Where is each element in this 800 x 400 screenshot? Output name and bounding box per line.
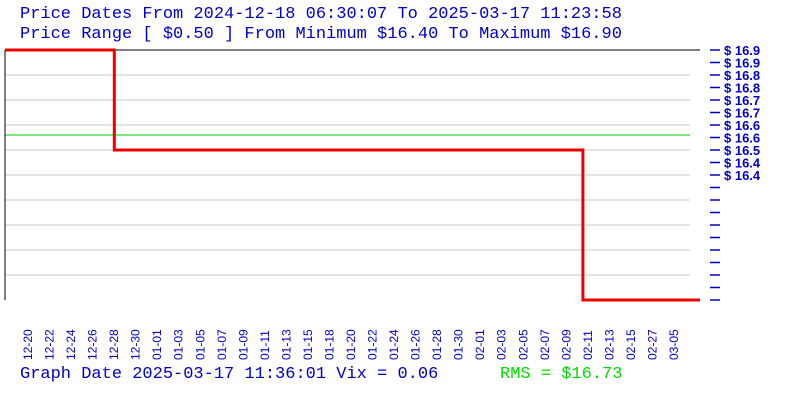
x-tick-label: 12-28 [107, 329, 121, 360]
x-tick-label: 02-13 [602, 329, 616, 360]
x-tick-label: 01-05 [193, 329, 207, 360]
graph-date-vix: Graph Date 2025-03-17 11:36:01 Vix = 0.0… [20, 365, 439, 384]
x-tick-label: 02-11 [581, 330, 595, 360]
x-tick-label: 02-07 [538, 329, 552, 360]
y-axis-ticks: $ 16.9$ 16.9$ 16.8$ 16.8$ 16.7$ 16.7$ 16… [710, 43, 761, 301]
rms-value: RMS = $16.73 [500, 365, 623, 384]
x-axis-ticks: 12-20 12-22 12-24 12-26 12-28 12-30 01-01 01-03… [21, 329, 681, 360]
x-tick-label: 02-15 [624, 329, 638, 360]
x-tick-label: 01-09 [236, 329, 250, 360]
grid-lines [5, 74, 690, 276]
x-tick-label: 01-18 [323, 329, 337, 360]
x-tick-label: 12-26 [86, 329, 100, 360]
x-tick-label: 01-24 [387, 329, 401, 360]
x-tick-label: 01-13 [279, 329, 293, 360]
x-tick-label: 02-05 [516, 329, 530, 360]
price-chart: $ 16.9$ 16.9$ 16.8$ 16.8$ 16.7$ 16.7$ 16… [4, 43, 761, 360]
y-tick-label: $ 16.4 [724, 168, 761, 183]
x-tick-label: 01-01 [150, 329, 164, 360]
x-tick-label: 12-30 [129, 329, 143, 360]
x-tick-label: 12-22 [43, 329, 57, 360]
x-tick-label: 02-03 [495, 329, 509, 360]
x-tick-label: 01-20 [344, 329, 358, 360]
x-tick-label: 03-05 [667, 329, 681, 360]
x-tick-label: 01-30 [452, 329, 466, 360]
x-tick-label: 12-20 [21, 329, 35, 360]
x-tick-label: 12-24 [64, 329, 78, 360]
x-tick-label: 01-11 [258, 330, 272, 360]
x-tick-label: 01-22 [366, 329, 380, 360]
x-tick-label: 02-09 [559, 329, 573, 360]
x-tick-label: 01-03 [172, 329, 186, 360]
x-tick-label: 01-15 [301, 329, 315, 360]
x-tick-label: 02-01 [473, 329, 487, 360]
x-tick-label: 01-26 [409, 329, 423, 360]
x-tick-label: 01-07 [215, 329, 229, 360]
x-tick-label: 01-28 [430, 329, 444, 360]
x-tick-label: 02-27 [646, 329, 660, 360]
